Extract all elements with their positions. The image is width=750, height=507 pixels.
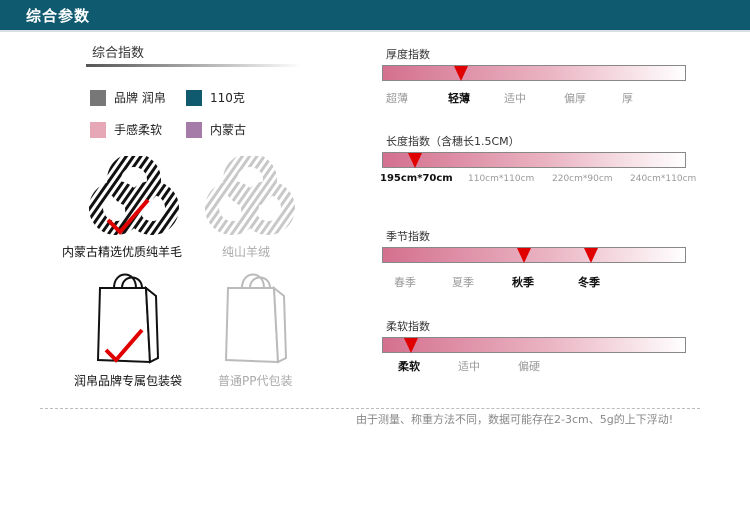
thickness-marker-icon — [454, 66, 468, 81]
packaging-selected-caption: 润帛品牌专属包装袋 — [74, 374, 183, 388]
section-underline — [86, 64, 302, 67]
cashmere-icon — [204, 153, 296, 244]
measurement-note: 由于测量、称重方法不同，数据可能存在2-3cm、5g的上下浮动! — [356, 413, 674, 426]
check-icon — [104, 196, 152, 240]
material-other-caption: 纯山羊绒 — [222, 245, 271, 259]
softness-index-label: 柔软指数 — [386, 320, 430, 333]
legend-swatch — [186, 121, 202, 138]
softness-marker-icon — [404, 338, 418, 353]
thickness-option: 偏厚 — [564, 92, 586, 105]
legend-item-weight: 110克 — [186, 89, 245, 106]
legend-swatch — [90, 89, 106, 106]
plain-bag-icon — [224, 266, 288, 370]
material-selected-caption: 内蒙古精选优质纯羊毛 — [62, 245, 183, 259]
season-marker-winter-icon — [584, 248, 598, 263]
legend-item-feel: 手感柔软 — [90, 121, 162, 138]
section-title: 综合指数 — [92, 46, 145, 61]
legend-swatch — [90, 121, 106, 138]
season-bar — [382, 247, 686, 263]
legend-label: 内蒙古 — [210, 123, 247, 137]
legend-swatch — [186, 89, 202, 106]
legend-item-origin: 内蒙古 — [186, 121, 246, 138]
length-option: 195cm*70cm — [380, 173, 453, 184]
header-divider — [0, 30, 750, 32]
packaging-other-caption: 普通PP代包装 — [218, 374, 293, 388]
check-icon — [102, 326, 146, 370]
thickness-option: 轻薄 — [448, 92, 470, 105]
thickness-option: 厚 — [622, 92, 633, 105]
header-bar: 综合参数 — [0, 0, 750, 32]
season-option: 春季 — [394, 276, 416, 289]
softness-bar — [382, 337, 686, 353]
softness-option: 柔软 — [398, 360, 420, 373]
thickness-option: 适中 — [504, 92, 526, 105]
season-index-label: 季节指数 — [386, 230, 430, 243]
thickness-option: 超薄 — [386, 92, 408, 105]
length-index-label: 长度指数（含穗长1.5CM） — [386, 135, 520, 148]
length-option: 240cm*110cm — [630, 174, 697, 184]
season-option: 夏季 — [452, 276, 474, 289]
length-bar — [382, 152, 686, 168]
softness-option: 偏硬 — [518, 360, 540, 373]
season-marker-autumn-icon — [517, 248, 531, 263]
length-option: 220cm*90cm — [552, 174, 613, 184]
footer-divider — [40, 408, 700, 409]
thickness-bar — [382, 65, 686, 81]
legend-label: 手感柔软 — [114, 123, 163, 137]
season-option: 秋季 — [512, 276, 534, 289]
legend-label: 品牌 润帛 — [114, 91, 166, 105]
length-marker-icon — [408, 153, 422, 168]
softness-option: 适中 — [458, 360, 480, 373]
thickness-index-label: 厚度指数 — [386, 48, 430, 61]
legend-label: 110克 — [210, 91, 245, 105]
season-option: 冬季 — [578, 276, 600, 289]
legend-item-brand: 品牌 润帛 — [90, 89, 166, 106]
length-option: 110cm*110cm — [468, 174, 535, 184]
page-title: 综合参数 — [26, 7, 91, 25]
